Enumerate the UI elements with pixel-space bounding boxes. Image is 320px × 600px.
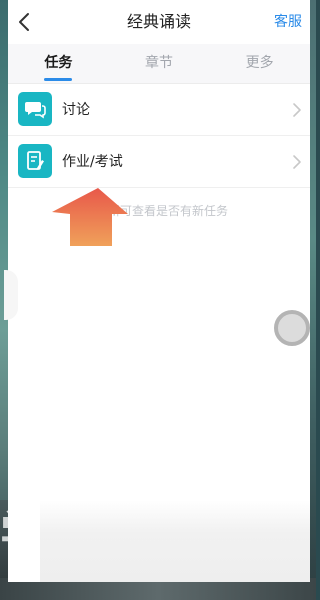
screen: 学 经典诵读 客服 任务 章节 更多	[0, 0, 316, 600]
tab-chapters[interactable]: 章节	[109, 44, 210, 83]
tab-more[interactable]: 更多	[209, 44, 310, 83]
header-bar: 经典诵读 客服	[8, 0, 310, 44]
chat-bubble-icon	[18, 92, 52, 126]
task-item-label: 讨论	[62, 102, 90, 118]
active-tab-indicator	[44, 78, 73, 81]
tab-tasks[interactable]: 任务	[8, 44, 109, 83]
bottom-overlay	[40, 500, 310, 582]
edit-document-icon	[18, 144, 52, 178]
task-item-label: 作业/考试	[62, 154, 123, 170]
task-item-homework-exam[interactable]: 作业/考试	[8, 136, 310, 188]
app-window: 经典诵读 客服 任务 章节 更多 讨论 作业/考试 新可查看是否有新任务	[8, 0, 310, 582]
tab-label: 更多	[245, 55, 274, 71]
chevron-right-icon	[293, 103, 301, 117]
pointer-arrow-icon	[52, 188, 128, 246]
tab-label: 章节	[145, 55, 173, 71]
page-title: 经典诵读	[126, 12, 191, 31]
customer-service-button[interactable]: 客服	[274, 0, 302, 44]
tab-label: 任务	[44, 55, 73, 71]
chevron-left-icon	[19, 13, 29, 31]
left-edge-handle[interactable]	[4, 270, 18, 320]
chevron-right-icon	[293, 155, 301, 169]
back-button[interactable]	[10, 8, 38, 36]
task-item-discussion[interactable]: 讨论	[8, 84, 310, 136]
floating-assistive-button[interactable]	[274, 310, 310, 346]
tab-bar: 任务 章节 更多	[8, 44, 310, 84]
